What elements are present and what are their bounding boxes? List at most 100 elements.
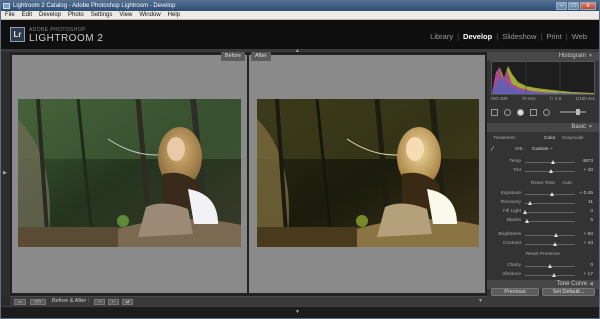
recovery-slider[interactable] <box>525 201 575 205</box>
triangle-down-icon: ▼ <box>588 53 593 59</box>
fill-light-slider-thumb[interactable] <box>522 210 527 214</box>
histogram-graph <box>492 62 594 94</box>
menu-view[interactable]: View <box>119 11 132 19</box>
menu-edit[interactable]: Edit <box>22 11 32 19</box>
blacks-label: Blacks <box>506 218 521 223</box>
triangle-left-icon: ◀ <box>589 281 593 287</box>
module-slideshow[interactable]: Slideshow <box>498 32 540 41</box>
menu-bar: File Edit Develop Photo Settings View Wi… <box>1 11 599 20</box>
temp-slider-row: Temp 4973 <box>487 159 599 166</box>
auto-tone-button[interactable]: Auto <box>557 181 577 186</box>
histogram-header[interactable]: Histogram ▼ <box>487 52 599 61</box>
exposure-slider-thumb[interactable] <box>550 192 554 196</box>
set-default-button[interactable]: Set Default... <box>542 288 595 296</box>
vibrance-slider-thumb[interactable] <box>551 273 556 277</box>
treatment-row: Treatment : Color Grayscale <box>487 136 599 143</box>
treatment-label: Treatment : <box>493 136 518 141</box>
histogram[interactable] <box>491 61 595 95</box>
tint-label: Tint <box>513 168 521 173</box>
treatment-grayscale[interactable]: Grayscale <box>562 136 584 141</box>
adjustment-brush-icon[interactable] <box>543 108 550 116</box>
brightness-slider[interactable] <box>525 233 575 237</box>
right-panel: Histogram ▼ ISO 400 70 mm f / 2.8 1/100 s… <box>487 52 599 296</box>
temp-slider[interactable] <box>525 160 575 164</box>
previous-button[interactable]: Previous <box>491 288 539 296</box>
tint-slider-thumb[interactable] <box>549 169 553 173</box>
crop-tool-icon[interactable] <box>491 108 498 116</box>
presence-reset-label[interactable]: Reset Presence <box>487 252 599 257</box>
before-photo[interactable] <box>18 99 241 247</box>
copy-after-to-before-button[interactable]: ⇠ <box>108 299 119 305</box>
brightness-label: Brightness <box>498 232 521 237</box>
recovery-slider-thumb[interactable] <box>527 201 532 205</box>
filmstrip-toggle[interactable]: ▼ <box>1 306 599 318</box>
blacks-slider-thumb[interactable] <box>525 219 529 223</box>
maximize-button[interactable]: □ <box>568 2 579 10</box>
fill-light-label: Fill Light <box>503 209 521 214</box>
recovery-slider-row: Recovery 11 <box>487 200 599 207</box>
basic-title: Basic <box>571 124 587 130</box>
contrast-value: + 43 <box>583 241 593 246</box>
toolbar-menu-icon[interactable]: ▼ <box>478 298 483 304</box>
treatment-color[interactable]: Color <box>544 136 555 141</box>
menu-photo[interactable]: Photo <box>68 11 84 19</box>
after-photo-image <box>257 99 479 247</box>
basic-header[interactable]: Basic ▼ <box>487 123 599 132</box>
close-button[interactable]: x <box>580 2 596 10</box>
graduated-filter-icon[interactable] <box>530 108 537 116</box>
exposure-slider[interactable] <box>525 192 575 196</box>
menu-develop[interactable]: Develop <box>39 11 61 19</box>
temp-slider-thumb[interactable] <box>550 160 555 164</box>
image-view: Before After <box>10 52 487 296</box>
fill-light-slider[interactable] <box>522 210 575 214</box>
spot-removal-icon[interactable] <box>504 108 511 116</box>
fill-light-slider-row: Fill Light 0 <box>487 209 599 216</box>
contrast-slider-thumb[interactable] <box>552 242 557 246</box>
menu-help[interactable]: Help <box>168 11 180 19</box>
blacks-value: 5 <box>590 218 593 223</box>
app-window: Lightroom 2 Catalog - Adobe Photoshop Li… <box>0 0 600 319</box>
triangle-right-icon: ▶ <box>3 170 7 176</box>
tool-slider[interactable] <box>560 109 586 115</box>
minimize-button[interactable]: – <box>556 2 567 10</box>
tool-strip <box>491 106 595 118</box>
eyedropper-icon[interactable]: ⁄ <box>492 146 500 155</box>
blacks-slider[interactable] <box>525 219 575 223</box>
exposure-slider-row: Exposure + 0.45 <box>487 191 599 198</box>
clarity-slider-thumb[interactable] <box>547 264 552 268</box>
title-bar: Lightroom 2 Catalog - Adobe Photoshop Li… <box>1 1 599 11</box>
before-after-label: Before & After : <box>52 298 90 304</box>
after-photo[interactable] <box>257 99 479 247</box>
swap-before-after-button[interactable]: ⇄ <box>122 299 133 305</box>
left-panel-collapsed[interactable]: ▶ <box>1 52 10 296</box>
menu-window[interactable]: Window <box>139 11 160 19</box>
tone-reset-label[interactable]: Reset Tone <box>487 181 599 186</box>
vibrance-slider[interactable] <box>525 273 575 277</box>
clarity-slider[interactable] <box>525 264 575 268</box>
module-develop[interactable]: Develop <box>459 32 496 41</box>
menu-settings[interactable]: Settings <box>91 11 113 19</box>
brightness-slider-thumb[interactable] <box>553 233 558 237</box>
module-picker: Library | Develop | Slideshow | Print | Web <box>426 32 591 41</box>
module-print[interactable]: Print <box>542 32 565 41</box>
fill-light-value: 0 <box>590 209 593 214</box>
after-label: After <box>251 52 271 61</box>
menu-file[interactable]: File <box>5 11 15 19</box>
module-web[interactable]: Web <box>568 32 591 41</box>
red-eye-icon[interactable] <box>517 108 524 116</box>
clarity-label: Clarity <box>507 263 521 268</box>
wb-select[interactable]: Custom ÷ <box>532 147 553 152</box>
tone-curve-title: Tone Curve <box>556 281 588 287</box>
triangle-down-icon: ▼ <box>588 124 593 130</box>
clarity-slider-row: Clarity 0 <box>487 263 599 270</box>
before-after-view-button[interactable]: Y|Y <box>30 299 46 305</box>
contrast-slider[interactable] <box>525 242 575 246</box>
focal-length-readout: 70 mm <box>521 96 536 101</box>
toolbar: ▭ Y|Y Before & After : ⇢ ⇠ ⇄ ▼ <box>10 296 487 306</box>
loupe-view-button[interactable]: ▭ <box>14 299 26 305</box>
copy-before-to-after-button[interactable]: ⇢ <box>94 299 105 305</box>
brightness-slider-row: Brightness + 50 <box>487 232 599 239</box>
tint-slider[interactable] <box>525 169 575 173</box>
triangle-down-icon: ▼ <box>295 309 300 315</box>
module-library[interactable]: Library <box>426 32 457 41</box>
